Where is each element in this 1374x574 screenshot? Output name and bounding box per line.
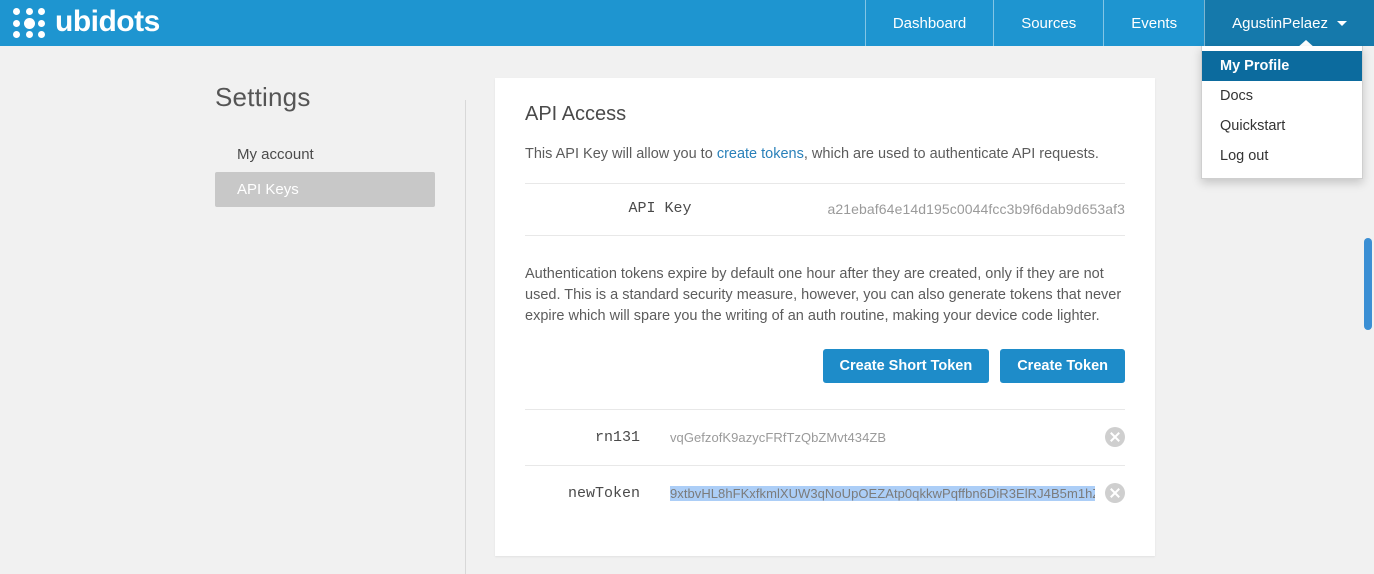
menu-item-docs[interactable]: Docs: [1202, 81, 1362, 111]
api-key-row: API Key a21ebaf64e14d195c0044fcc3b9f6dab…: [525, 184, 1125, 235]
menu-item-my-profile[interactable]: My Profile: [1202, 51, 1362, 81]
page-title: Settings: [215, 82, 311, 112]
account-dropdown-menu: My Profile Docs Quickstart Log out: [1201, 46, 1363, 179]
api-key-value[interactable]: a21ebaf64e14d195c0044fcc3b9f6dab9d653af3: [795, 201, 1125, 217]
sidebar-item-my-account[interactable]: My account: [215, 137, 435, 172]
brand-name: ubidots: [55, 4, 160, 38]
api-key-label: API Key: [628, 200, 692, 217]
token-name: newToken: [567, 484, 640, 502]
lead-text-before: This API Key will allow you to: [525, 146, 717, 162]
token-value[interactable]: vqGefzofK9azycFRfTzQbZMvt434ZB: [640, 430, 1095, 445]
api-access-card: API Access This API Key will allow you t…: [495, 78, 1155, 556]
sidebar-item-label: My account: [237, 146, 314, 163]
nav-item-label: Sources: [1021, 14, 1077, 32]
token-value[interactable]: 9xtbvHL8hFKxfkmlXUW3qNoUpOEZAtp0qkkwPqff…: [640, 485, 1095, 501]
create-token-button[interactable]: Create Token: [1000, 349, 1125, 383]
menu-item-quickstart[interactable]: Quickstart: [1202, 111, 1362, 141]
menu-item-log-out[interactable]: Log out: [1202, 141, 1362, 171]
page-body: Settings My account API Keys API Access …: [0, 46, 1374, 574]
nav-item-label: AgustinPelaez: [1232, 14, 1328, 32]
settings-sidebar: Settings My account API Keys: [215, 82, 435, 207]
table-row: newToken 9xtbvHL8hFKxfkmlXUW3qNoUpOEZAtp…: [525, 465, 1125, 521]
nav-item-label: Dashboard: [892, 14, 967, 32]
menu-item-label: My Profile: [1220, 58, 1290, 74]
close-circle-icon[interactable]: [1105, 427, 1125, 447]
close-circle-icon[interactable]: [1105, 483, 1125, 503]
create-tokens-link[interactable]: create tokens: [717, 146, 804, 162]
lead-text-after: , which are used to authenticate API req…: [803, 146, 1099, 162]
tokens-description: Authentication tokens expire by default …: [525, 266, 1122, 324]
dot-grid-icon: [12, 8, 46, 39]
nav-item-label: Events: [1131, 14, 1178, 32]
menu-item-label: Log out: [1220, 148, 1269, 164]
menu-item-label: Docs: [1220, 88, 1254, 104]
card-title: API Access: [525, 103, 627, 125]
top-navbar: ubidots Dashboard Sources Events Agustin…: [0, 0, 1374, 48]
table-row: rn131 vqGefzofK9azycFRfTzQbZMvt434ZB: [525, 409, 1125, 465]
menu-item-label: Quickstart: [1220, 118, 1286, 134]
nav-item-dashboard[interactable]: Dashboard: [864, 0, 993, 46]
caret-down-icon: [1337, 20, 1347, 26]
scrollbar-thumb[interactable]: [1364, 238, 1372, 330]
nav-item-sources[interactable]: Sources: [993, 0, 1103, 46]
token-actions: Create Short Token Create Token: [525, 349, 1125, 383]
sidebar-item-api-keys[interactable]: API Keys: [215, 172, 435, 207]
sidebar-item-label: API Keys: [237, 181, 299, 198]
create-short-token-button[interactable]: Create Short Token: [822, 349, 990, 383]
nav-item-account-menu[interactable]: AgustinPelaez: [1204, 0, 1374, 46]
token-name: rn131: [594, 428, 640, 446]
card-lead-text: This API Key will allow you to create to…: [525, 144, 1125, 165]
content-divider: [465, 100, 466, 574]
nav-item-events[interactable]: Events: [1103, 0, 1204, 46]
divider-mid: [525, 235, 1125, 236]
brand-logo[interactable]: ubidots: [0, 0, 160, 46]
